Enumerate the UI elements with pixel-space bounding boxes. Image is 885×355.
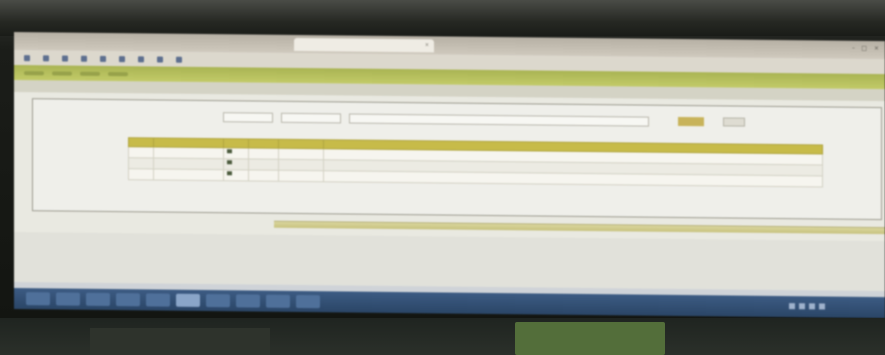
taskbar-item[interactable] [146,293,170,307]
bookmark-item[interactable] [100,55,109,62]
taskbar-item[interactable] [56,292,80,306]
browser-tab[interactable]: × [294,37,434,53]
column-header[interactable] [248,138,279,149]
table-cell [128,157,154,169]
taskbar-item-active[interactable] [176,293,200,307]
bookmark-item[interactable] [43,54,52,61]
bookmark-item[interactable] [119,55,128,62]
table-cell [223,169,249,181]
maximize-icon[interactable]: □ [861,45,867,52]
table-cell[interactable] [153,146,224,159]
table-cell [223,147,249,159]
document-icon[interactable] [227,160,232,165]
nav-item[interactable] [108,71,128,76]
taskbar-item[interactable] [236,294,260,308]
table-cell [248,169,279,182]
search-input[interactable] [349,113,649,127]
taskbar-item[interactable] [116,293,140,307]
table-cell[interactable] [153,168,224,181]
taskbar-item[interactable] [206,294,230,308]
bookmark-icon [43,54,49,61]
bookmark-item[interactable] [157,55,166,63]
tray-icon[interactable] [809,303,815,310]
table-cell[interactable] [278,159,324,171]
table-cell [128,168,154,180]
column-header[interactable] [223,138,249,148]
bookmark-icon [138,55,144,62]
bookmark-icon [119,55,125,62]
table-cell[interactable] [153,157,224,170]
filter-select[interactable] [281,112,341,124]
photo-scene: × – □ × [0,0,885,355]
bookmark-item[interactable] [176,56,185,63]
tray-icon[interactable] [819,303,825,310]
bookmark-icon [62,55,68,62]
bookmark-icon [24,54,30,61]
tab-close-icon[interactable]: × [425,42,429,48]
bookmark-icon [100,55,106,62]
tray-icon[interactable] [789,303,795,310]
search-results-panel [32,98,882,221]
start-button[interactable] [26,292,50,306]
table-cell [248,147,279,160]
filter-select[interactable] [223,112,273,123]
yellow-strip [274,220,885,235]
table-cell[interactable] [278,170,324,182]
taskbar-item[interactable] [86,292,110,307]
bookmark-icon [81,55,87,62]
bookmark-item[interactable] [138,55,147,62]
bookmark-icon [157,55,163,63]
nav-item[interactable] [24,70,44,75]
table-cell [248,158,279,171]
results-table [128,137,823,187]
nav-item[interactable] [80,71,100,76]
table-cell [223,158,249,170]
tray-icon[interactable] [799,303,805,310]
column-header[interactable] [128,137,154,147]
window-close-icon[interactable]: × [874,45,879,52]
monitor-screen: × – □ × [14,32,885,319]
bookmark-item[interactable] [81,55,90,62]
table-cell [128,146,154,158]
monitor-bezel-top [0,0,885,36]
search-filters [223,111,649,127]
bookmark-icon [176,56,182,63]
document-icon[interactable] [227,171,232,176]
bookmark-item[interactable] [24,54,33,61]
bookmark-item[interactable] [62,55,71,62]
search-button[interactable] [678,116,704,127]
nav-item[interactable] [52,70,72,76]
keyboard [90,328,270,355]
taskbar-item[interactable] [266,294,290,308]
document-icon[interactable] [227,149,232,154]
minimize-icon[interactable]: – [852,45,855,52]
taskbar-item[interactable] [296,294,320,309]
table-cell[interactable] [278,148,324,160]
clear-button[interactable] [723,117,745,127]
system-tray [789,303,825,310]
desk-object [515,322,665,355]
column-header[interactable] [278,139,324,149]
